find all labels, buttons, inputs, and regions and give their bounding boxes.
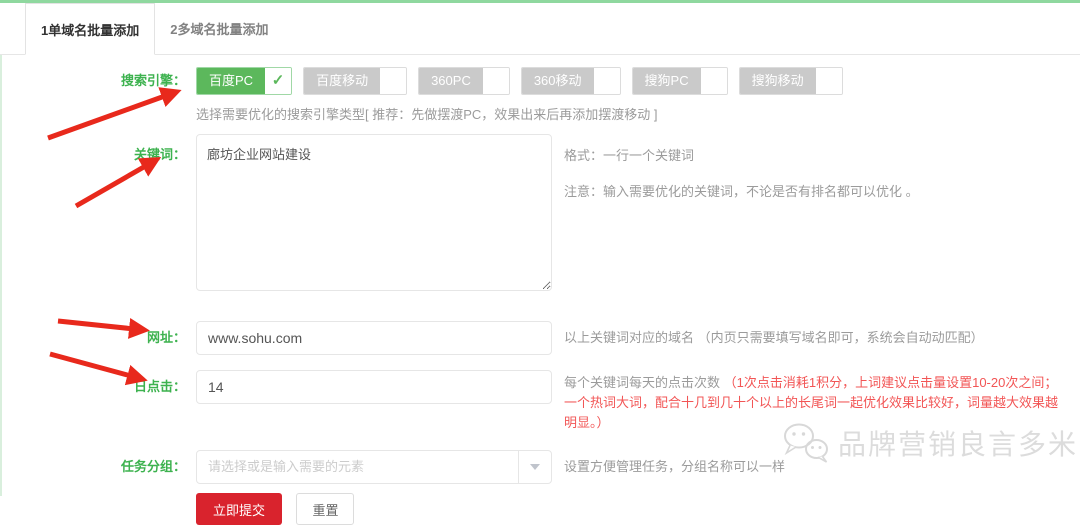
keywords-row: 关键词： 廊坊企业网站建设 格式：一行一个关键词 注意：输入需要优化的关键词，不… (0, 134, 1080, 291)
task-group-hint: 设置方便管理任务，分组名称可以一样 (564, 450, 785, 484)
url-input[interactable] (196, 321, 552, 355)
engine-toggle-sogou-pc[interactable]: 搜狗PC (632, 67, 728, 95)
engine-toggle-360-mobile[interactable]: 360移动 (521, 67, 621, 95)
tab-multi-domain-batch-add[interactable]: 2多域名批量添加 (155, 3, 283, 54)
search-engine-label: 搜索引擎： (0, 67, 196, 95)
reset-button[interactable]: 重置 (296, 493, 354, 525)
actions-row: 立即提交 重置 (0, 493, 1080, 525)
engine-hint-row: 选择需要优化的搜索引擎类型[ 推荐：先做摆渡PC，效果出来后再添加摆渡移动 ] (0, 104, 1080, 123)
chevron-down-icon (530, 464, 540, 470)
url-row: 网址： 以上关键词对应的域名 （内页只需要填写域名即可，系统会自动动匹配） (0, 321, 1080, 355)
daily-clicks-label: 日点击： (0, 370, 196, 404)
tab-single-domain-batch-add[interactable]: 1单域名批量添加 (25, 3, 155, 55)
daily-clicks-input[interactable] (196, 370, 552, 404)
task-group-row: 任务分组： 请选择或是输入需要的元素 设置方便管理任务，分组名称可以一样 (0, 450, 1080, 484)
task-group-label: 任务分组： (0, 450, 196, 484)
engine-toggle-baidu-pc[interactable]: 百度PC ✓ (196, 67, 292, 95)
checkbox-empty-icon (483, 68, 509, 94)
engine-toggle-sogou-mobile[interactable]: 搜狗移动 (739, 67, 843, 95)
checkmark-icon: ✓ (265, 68, 291, 94)
engine-toggle-baidu-mobile[interactable]: 百度移动 (303, 67, 407, 95)
search-engine-row: 搜索引擎： 百度PC ✓ 百度移动 360PC 360移动 搜狗PC (0, 67, 1080, 95)
url-label: 网址： (0, 321, 196, 355)
checkbox-empty-icon (701, 68, 727, 94)
engine-toggle-360-pc[interactable]: 360PC (418, 67, 510, 95)
select-arrow-box[interactable] (518, 451, 551, 483)
checkbox-empty-icon (594, 68, 620, 94)
engine-hint: 选择需要优化的搜索引擎类型[ 推荐：先做摆渡PC，效果出来后再添加摆渡移动 ] (196, 104, 658, 123)
keywords-hints: 格式：一行一个关键词 注意：输入需要优化的关键词，不论是否有排名都可以优化 。 (564, 134, 919, 200)
daily-clicks-hint-gray: 每个关键词每天的点击次数 (564, 375, 724, 390)
batch-add-form: 搜索引擎： 百度PC ✓ 百度移动 360PC 360移动 搜狗PC (0, 55, 1080, 525)
search-engine-options: 百度PC ✓ 百度移动 360PC 360移动 搜狗PC 搜狗移动 (196, 67, 843, 95)
task-group-select[interactable]: 请选择或是输入需要的元素 (196, 450, 552, 484)
keywords-format-hint: 格式：一行一个关键词 (564, 145, 919, 164)
checkbox-empty-icon (380, 68, 406, 94)
keywords-label: 关键词： (0, 134, 196, 163)
checkbox-empty-icon (816, 68, 842, 94)
submit-button[interactable]: 立即提交 (196, 493, 282, 525)
tab-bar: 1单域名批量添加 2多域名批量添加 (0, 3, 1080, 55)
task-group-placeholder: 请选择或是输入需要的元素 (197, 451, 364, 483)
keywords-textarea[interactable]: 廊坊企业网站建设 (196, 134, 552, 291)
url-hint: 以上关键词对应的域名 （内页只需要填写域名即可，系统会自动动匹配） (564, 321, 984, 355)
keywords-note-hint: 注意：输入需要优化的关键词，不论是否有排名都可以优化 。 (564, 181, 919, 200)
daily-clicks-row: 日点击： 每个关键词每天的点击次数 （1次点击消耗1积分，上词建议点击量设置10… (0, 370, 1080, 433)
daily-clicks-hint: 每个关键词每天的点击次数 （1次点击消耗1积分，上词建议点击量设置10-20次之… (564, 370, 1069, 433)
